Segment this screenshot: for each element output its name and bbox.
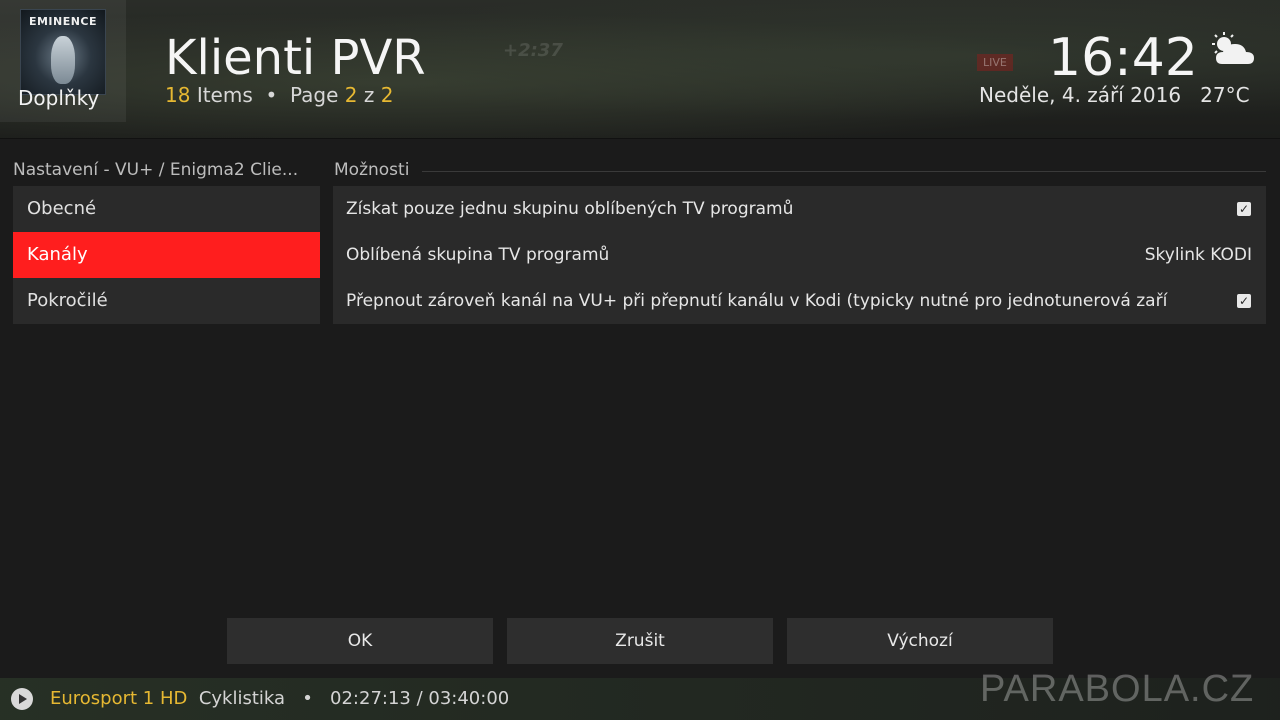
- page-title: Klienti PVR: [165, 30, 426, 86]
- page-total: 2: [380, 83, 394, 107]
- category-list: Obecné Kanály Pokročilé: [13, 186, 320, 324]
- category-general[interactable]: Obecné: [13, 186, 320, 232]
- items-count: 18: [165, 83, 191, 107]
- addon-thumbnail: EMINENCE: [20, 9, 106, 95]
- option-label: Získat pouze jednu skupinu oblíbených TV…: [346, 199, 794, 219]
- defaults-button[interactable]: Výchozí: [787, 618, 1053, 664]
- thumbnail-art: [51, 36, 75, 84]
- category-channels[interactable]: Kanály: [13, 232, 320, 278]
- checkbox-checked-icon[interactable]: ✓: [1237, 202, 1251, 216]
- option-label: Oblíbená skupina TV programů: [346, 245, 610, 265]
- options-title-divider: [422, 171, 1266, 172]
- settings-section-title: Nastavení - VU+ / Enigma2 Clie...: [13, 160, 299, 180]
- watermark: PARABOLA.CZ: [980, 668, 1255, 710]
- page-of: z: [363, 83, 375, 107]
- ok-button[interactable]: OK: [227, 618, 493, 664]
- background-overlay-text: +2:37: [503, 40, 563, 61]
- background-live-badge: LIVE: [977, 54, 1013, 71]
- options-list: Získat pouze jednu skupinu oblíbených TV…: [333, 186, 1266, 324]
- cancel-button[interactable]: Zrušit: [507, 618, 773, 664]
- addon-label: Doplňky: [18, 86, 100, 110]
- channel-name: Eurosport 1 HD: [50, 688, 188, 709]
- page-current: 2: [344, 83, 358, 107]
- option-zap-receiver[interactable]: Přepnout zároveň kanál na VU+ při přepnu…: [333, 278, 1266, 324]
- subline-separator: •: [265, 83, 278, 107]
- header-bar: +2:37 LIVE EMINENCE Doplňky Klienti PVR …: [0, 0, 1280, 139]
- category-advanced[interactable]: Pokročilé: [13, 278, 320, 324]
- program-name: Cyklistika: [198, 688, 286, 709]
- clock: 16:42: [1048, 28, 1198, 88]
- option-label: Přepnout zároveň kanál na VU+ při přepnu…: [346, 291, 1168, 311]
- play-icon[interactable]: [11, 688, 33, 710]
- temperature: 27°C: [1200, 83, 1250, 107]
- page-label: Page: [290, 83, 339, 107]
- option-single-favorites-group[interactable]: Získat pouze jednu skupinu oblíbených TV…: [333, 186, 1266, 232]
- playback-time: 02:27:13 / 03:40:00: [330, 688, 510, 709]
- page-subline: 18 Items • Page 2 z 2: [165, 83, 393, 107]
- thumbnail-logo: EMINENCE: [28, 15, 98, 28]
- option-value: Skylink KODI: [1144, 245, 1252, 265]
- footer-separator: •: [302, 688, 313, 709]
- now-playing-info: Eurosport 1 HD Cyklistika • 02:27:13 / 0…: [50, 688, 509, 709]
- items-label: Items: [196, 83, 253, 107]
- date-temperature: Neděle, 4. září 2016 27°C: [979, 83, 1250, 107]
- option-favorites-group[interactable]: Oblíbená skupina TV programů Skylink KOD…: [333, 232, 1266, 278]
- checkbox-checked-icon[interactable]: ✓: [1237, 294, 1251, 308]
- addon-thumbnail-button[interactable]: EMINENCE Doplňky: [0, 0, 126, 122]
- partly-cloudy-icon: [1212, 32, 1254, 64]
- options-title: Možnosti: [334, 160, 410, 180]
- date: Neděle, 4. září 2016: [979, 83, 1182, 107]
